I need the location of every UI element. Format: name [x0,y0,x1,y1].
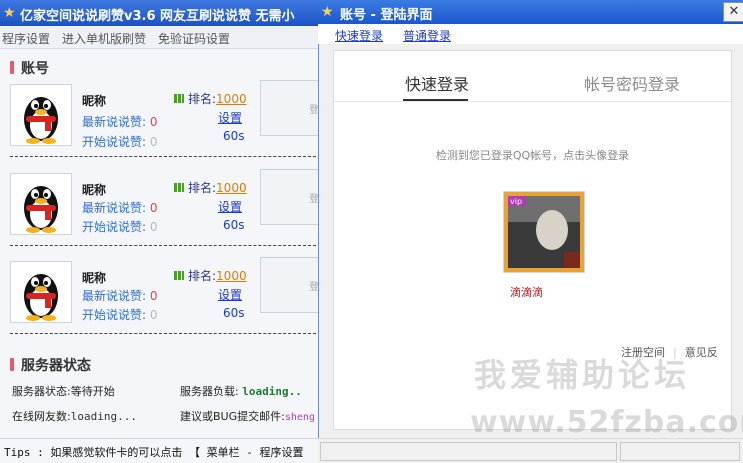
latest-likes: 最新说说赞: 0 [82,289,158,303]
main-menu-bar: 程序设置 进入单机版刷赞 免验证码设置 [0,26,318,49]
svg-text:vip: vip [510,197,522,206]
normal-login-link[interactable]: 普通登录 [403,27,451,44]
account-rank: 排名:1000 [174,179,247,196]
tab-password-login[interactable]: 帐号密码登录 [584,71,680,95]
interval-seconds: 60s [223,306,245,320]
account-nickname: 昵称 [82,183,107,197]
server-section-heading: 服务器状态 [10,355,91,375]
quick-login-link[interactable]: 快速登录 [335,27,383,44]
qq-penguin-avatar[interactable] [10,173,72,235]
login-window-titlebar[interactable]: ★ 账号 - 登陆界面 ✕ [318,0,743,24]
status-cell [620,442,740,461]
section-marker-icon [10,61,14,74]
menu-no-captcha-settings[interactable]: 免验证码设置 [158,30,230,47]
login-status-bar [318,438,743,463]
qq-user-nickname[interactable]: 滴滴滴 [318,284,735,300]
login-mode-links: 快速登录 普通登录 [318,24,743,44]
account-settings-link[interactable]: 设置 [218,198,242,215]
close-icon[interactable]: ✕ [723,2,743,22]
account-rank: 排名:1000 [174,267,247,284]
account-settings-link[interactable]: 设置 [218,286,242,303]
server-load: 服务器负载: loading.. [180,385,302,398]
status-cell [320,442,617,461]
rank-value[interactable]: 1000 [216,92,247,106]
watermark-url: www.52fzba.com [470,405,743,440]
divider [10,245,316,246]
latest-likes: 最新说说赞: 0 [82,201,158,215]
bug-report-email: 建议或BUG提交邮件:sheng [180,410,315,423]
watermark-title: 我爱辅助论坛 [474,356,691,394]
server-status: 服务器状态:等待开始 [12,385,115,398]
rank-bar-icon [174,94,184,103]
qq-penguin-avatar[interactable] [10,84,72,146]
account-settings-link[interactable]: 设置 [218,109,242,126]
tab-quick-login[interactable]: 快速登录 [405,71,469,95]
account-card: 昵称 排名:1000 最新说说赞: 0 开始说说赞: 0 设置 60s 登 [10,169,319,253]
account-card: 昵称 排名:1000 最新说说赞: 0 开始说说赞: 0 设置 60s 登 [10,80,319,164]
star-app-icon: ★ [3,5,16,21]
main-app-title: 亿家空间说说刷赞v3.6 网友互刷说说赞 无需小 [20,9,295,24]
star-app-icon: ★ [321,4,334,20]
interval-seconds: 60s [223,218,245,232]
login-hint: 检测到您已登录QQ帐号，点击头像登录 [435,149,630,162]
latest-likes: 最新说说赞: 0 [82,115,158,129]
account-rank: 排名:1000 [174,90,247,107]
divider [10,156,316,157]
rank-bar-icon [174,183,184,192]
start-likes: 开始说说赞: 0 [82,308,158,322]
account-login-button[interactable]: 登 [260,80,319,136]
interval-seconds: 60s [223,129,245,143]
account-section-heading: 账号 [10,58,49,78]
menu-program-settings[interactable]: 程序设置 [2,30,50,47]
account-nickname: 昵称 [82,271,107,285]
qq-user-avatar[interactable]: vip [503,191,585,273]
tips-bar: Tips : 如果感觉软件卡的可以点击 【 菜单栏 - 程序设置 [0,438,318,463]
rank-value[interactable]: 1000 [216,269,247,283]
account-login-button[interactable]: 登 [260,257,319,313]
section-marker-icon [10,358,14,371]
qq-penguin-avatar[interactable] [10,261,72,323]
login-window-title: 账号 - 登陆界面 [340,8,433,23]
start-likes: 开始说说赞: 0 [82,135,158,149]
online-users: 在线网友数:loading... [12,410,137,423]
account-login-button[interactable]: 登 [260,169,319,225]
account-card: 昵称 排名:1000 最新说说赞: 0 开始说说赞: 0 设置 60s 登 [10,257,319,341]
main-app-titlebar[interactable]: ★ 亿家空间说说刷赞v3.6 网友互刷说说赞 无需小 [0,0,318,26]
rank-bar-icon [174,271,184,280]
start-likes: 开始说说赞: 0 [82,220,158,234]
tab-divider [334,101,731,102]
rank-value[interactable]: 1000 [216,181,247,195]
divider [10,333,316,334]
menu-standalone-like[interactable]: 进入单机版刷赞 [62,30,146,47]
account-nickname: 昵称 [82,94,107,108]
